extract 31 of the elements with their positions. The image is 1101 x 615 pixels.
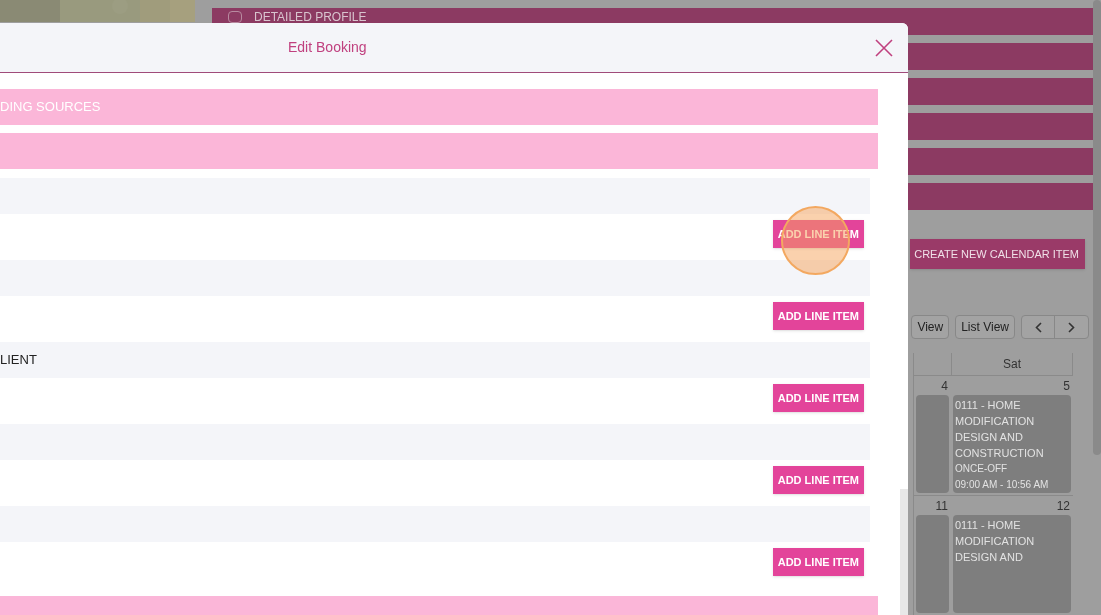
add-line-item-button[interactable]: ADD LINE ITEM [772,220,864,248]
event-detail: 09:00 AM - 10:56 AM [955,478,1050,492]
event-title: 0111 - HOME MODIFICATION DESIGN AND CONSTRUCTION [955,398,1045,461]
profile-bar-label: DETAILED PROFILE [254,10,367,24]
close-button[interactable] [874,37,894,58]
scrollbar[interactable] [1093,0,1101,455]
day-number: 5 [1063,377,1070,395]
event-detail: ONCE-OFF [955,462,1009,476]
event-title: 0111 - HOME MODIFICATION DESIGN AND [955,518,1036,565]
row-label: LIENT [0,351,37,370]
add-line-item-button[interactable]: ADD LINE ITEM [772,384,864,412]
day-header: Sat [1003,356,1021,373]
add-line-item-button[interactable]: ADD LINE ITEM [772,466,864,494]
scrollbar[interactable] [900,489,908,615]
view-button[interactable]: View [911,315,950,339]
chevron-right-icon [1068,321,1075,333]
calendar-event[interactable]: 0111 - HOME MODIFICATION DESIGN AND CONSTRUCTION ONCE-OFF 09:00 AM - 10:56 AM [953,395,1071,493]
calendar-event[interactable]: 0111 - HOME MODIFICATION DESIGN AND [953,515,1071,613]
day-number: 12 [1056,497,1070,515]
section-title: DING SOURCES [0,98,101,117]
close-icon [875,38,893,57]
add-line-item-button[interactable]: ADD LINE ITEM [772,548,864,576]
chevron-left-icon [1034,321,1042,333]
day-number: 4 [941,377,948,395]
day-number: 11 [935,497,948,515]
add-line-item-button[interactable]: ADD LINE ITEM [772,302,864,330]
calendar-event[interactable] [916,515,949,613]
dialog-title: Edit Booking [288,38,367,57]
create-calendar-item-button[interactable]: CREATE NEW CALENDAR ITEM [910,239,1085,269]
calendar-event[interactable] [916,395,949,493]
view-button[interactable]: List View [955,315,1015,339]
